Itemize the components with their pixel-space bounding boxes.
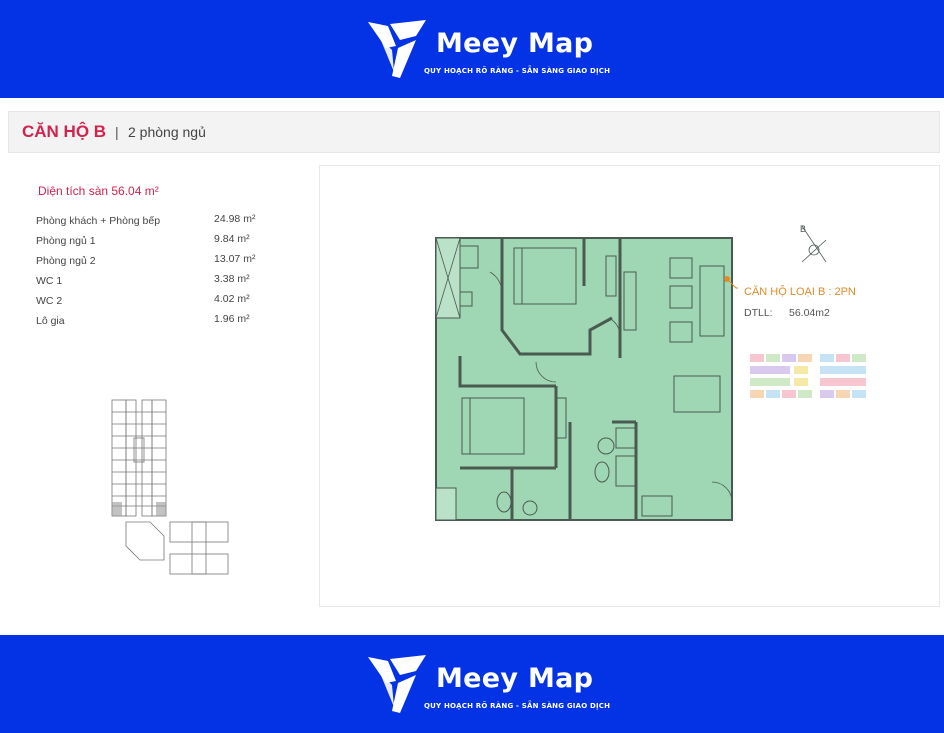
room-area: 1.96 m² — [214, 313, 250, 325]
unit-type-label: CĂN HỘ LOẠI B : 2PN — [744, 286, 856, 298]
floor-area-heading: Diện tích sàn 56.04 m² — [38, 184, 159, 198]
brand-logo[interactable]: Meey Map QUY HOẠCH RÕ RÀNG - SẴN SÀNG GI… — [366, 18, 610, 82]
page-title: CĂN HỘ B — [22, 122, 107, 141]
brand-tagline: QUY HOẠCH RÕ RÀNG - SẴN SÀNG GIAO DỊCH — [424, 67, 611, 75]
list-item: Lô gia 1.96 m² — [36, 312, 276, 332]
title-separator: | — [115, 124, 119, 140]
room-area: 13.07 m² — [214, 253, 256, 265]
room-name: WC 2 — [36, 295, 63, 307]
room-area-list: Phòng khách + Phòng bếp 24.98 m² Phòng ng… — [36, 212, 276, 332]
bottom-banner: Meey Map QUY HOẠCH RÕ RÀNG - SẴN SÀNG GI… — [0, 635, 944, 733]
brand-name: Meey Map — [436, 28, 594, 59]
room-name: WC 1 — [36, 275, 63, 287]
dtll-key: DTLL: — [744, 307, 773, 319]
room-area: 3.38 m² — [214, 273, 250, 285]
brand-tagline: QUY HOẠCH RÕ RÀNG - SẴN SÀNG GIAO DỊCH — [424, 702, 611, 710]
floor-plan-panel: B CĂN HỘ LOẠI B : 2PN DTLL: 56.04m2 — [319, 165, 940, 607]
meey-logo-icon — [368, 20, 426, 78]
room-name: Phòng ngủ 1 — [36, 235, 96, 247]
list-item: Phòng ngủ 1 9.84 m² — [36, 232, 276, 252]
dtll-value: 56.04m2 — [789, 307, 830, 319]
compass-letter: B — [800, 224, 806, 234]
page-subtitle: 2 phòng ngủ — [128, 124, 206, 140]
list-item: WC 2 4.02 m² — [36, 292, 276, 312]
room-area: 24.98 m² — [214, 213, 256, 225]
building-key-plan — [111, 399, 229, 575]
meey-logo-icon — [368, 655, 426, 713]
floor-plan-drawing: B — [435, 224, 866, 521]
room-area: 9.84 m² — [214, 233, 250, 245]
brand-name: Meey Map — [436, 663, 594, 694]
list-item: Phòng ngủ 2 13.07 m² — [36, 252, 276, 272]
brand-logo-footer[interactable]: Meey Map QUY HOẠCH RÕ RÀNG - SẴN SÀNG GI… — [366, 653, 610, 717]
room-name: Phòng khách + Phòng bếp — [36, 215, 161, 227]
apartment-title-bar: CĂN HỘ B | 2 phòng ngủ — [8, 111, 940, 153]
floor-units-legend — [750, 354, 866, 398]
room-area: 4.02 m² — [214, 293, 250, 305]
list-item: Phòng khách + Phòng bếp 24.98 m² — [36, 212, 276, 232]
top-banner: Meey Map QUY HOẠCH RÕ RÀNG - SẴN SÀNG GI… — [0, 0, 944, 98]
room-name: Lô gia — [36, 315, 65, 327]
room-name: Phòng ngủ 2 — [36, 255, 96, 267]
list-item: WC 1 3.38 m² — [36, 272, 276, 292]
